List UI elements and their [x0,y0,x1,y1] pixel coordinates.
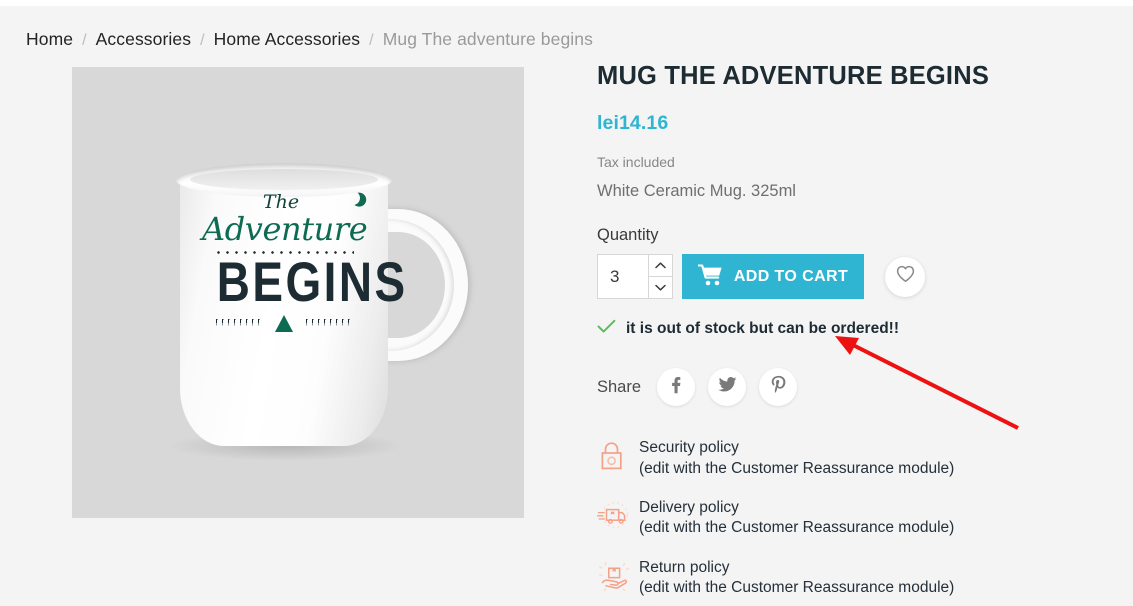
check-icon [597,319,616,339]
share-twitter-button[interactable] [708,368,747,407]
breadcrumb-item-accessories[interactable]: Accessories [96,29,191,50]
breadcrumb: Home / Accessories / Home Accessories / … [26,29,593,50]
share-label: Share [597,377,642,396]
policy-security-text: Security policy (edit with the Customer … [639,438,954,479]
return-box-icon [597,558,639,596]
mug-artwork-line3: BEGINS [216,249,408,313]
availability-text: it is out of stock but can be ordered!! [626,320,899,338]
product-main-image[interactable]: The Adventure BEGINS [72,67,524,518]
add-to-cart-label: ADD TO CART [733,267,849,285]
mug-illustration: The Adventure BEGINS [72,67,524,518]
policy-return-title: Return policy [639,558,730,576]
policy-delivery: Delivery policy (edit with the Customer … [596,498,1067,539]
add-to-cart-button[interactable]: ADD TO CART [682,254,864,300]
heart-icon [896,265,915,288]
share-pinterest-button[interactable] [759,368,798,407]
mug-artwork: The Adventure BEGINS [202,193,408,333]
breadcrumb-separator: / [369,32,374,49]
share-facebook-button[interactable] [657,368,696,407]
quantity-input[interactable] [598,255,648,299]
page-title: MUG THE ADVENTURE BEGINS [597,62,990,90]
mug-artwork-line2: Adventure [202,210,368,248]
wishlist-button[interactable] [885,256,925,297]
policy-return: Return policy (edit with the Customer Re… [597,558,1067,599]
quantity-increase-button[interactable] [649,255,672,278]
breadcrumb-item-current: Mug The adventure begins [382,29,593,49]
policy-security: Security policy (edit with the Customer … [597,438,1067,479]
product-gallery: The Adventure BEGINS The [72,67,524,518]
product-page: Home / Accessories / Home Accessories / … [0,0,1133,606]
policy-security-subtitle: (edit with the Customer Reassurance modu… [639,459,955,477]
policy-delivery-title: Delivery policy [639,498,739,516]
policy-return-text: Return policy (edit with the Customer Re… [639,558,954,599]
breadcrumb-separator: / [82,32,87,49]
policy-delivery-subtitle: (edit with the Customer Reassurance modu… [639,519,955,537]
product-info-panel: MUG THE ADVENTURE BEGINS lei14.16 Tax in… [596,62,1067,606]
facebook-icon [667,376,685,399]
page-top-strip [0,0,1133,6]
reassurance-policies: Security policy (edit with the Customer … [596,438,1067,599]
mug-artwork-bottom-row [202,315,366,333]
shopping-cart-icon [697,263,723,290]
product-short-description: White Ceramic Mug. 325ml [597,182,796,201]
policy-return-subtitle: (edit with the Customer Reassurance modu… [639,579,955,597]
availability-message: it is out of stock but can be ordered!! [597,319,1067,339]
policy-delivery-text: Delivery policy (edit with the Customer … [639,498,954,539]
quantity-stepper[interactable] [597,254,673,300]
tax-note: Tax included [597,154,675,171]
breadcrumb-item-home[interactable]: Home [26,29,73,50]
product-price: lei14.16 [597,112,669,135]
mug-rim-inner [190,169,378,190]
tick-marks-left [216,319,262,329]
tick-marks-right [306,319,352,329]
add-to-cart-row: ADD TO CART [597,254,1067,300]
quantity-spinner-buttons [648,255,672,299]
twitter-icon [717,376,737,398]
teepee-icon [275,315,293,333]
delivery-truck-icon [596,498,639,536]
breadcrumb-separator: / [200,32,205,49]
policy-security-title: Security policy [639,439,739,457]
quantity-label: Quantity [597,226,659,245]
quantity-decrease-button[interactable] [649,277,672,299]
share-row: Share [597,368,1067,407]
pinterest-icon [770,375,787,399]
breadcrumb-item-home-accessories[interactable]: Home Accessories [214,29,361,50]
padlock-icon [597,438,639,478]
